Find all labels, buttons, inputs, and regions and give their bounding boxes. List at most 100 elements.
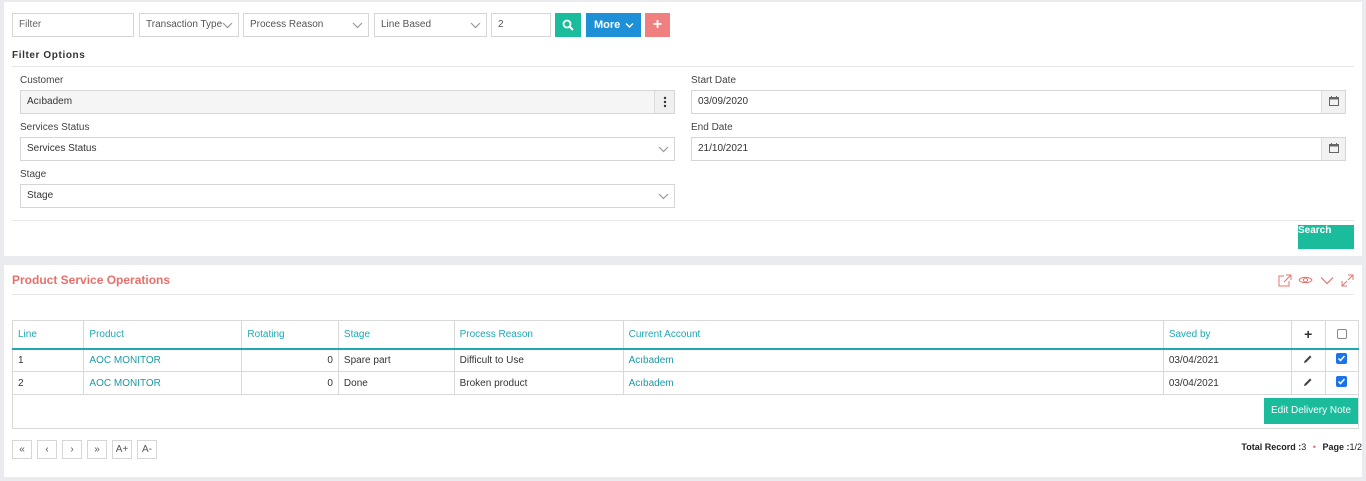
- customer-value: Acıbadem: [27, 96, 73, 107]
- cell-line: 1: [11, 348, 85, 372]
- search-submit-button[interactable]: Search: [1298, 225, 1354, 249]
- page-label: Page :: [1322, 442, 1350, 452]
- cell-product-link[interactable]: AOC MONITOR: [83, 371, 243, 395]
- more-label: More: [594, 19, 621, 31]
- checkbox-checked-icon: [1336, 376, 1348, 387]
- chevron-down-icon: [625, 23, 634, 28]
- customer-field[interactable]: Acıbadem: [20, 90, 675, 114]
- end-date-field[interactable]: 21/10/2021: [691, 137, 1346, 161]
- collapse-chevron-icon[interactable]: [1320, 276, 1334, 285]
- calendar-icon[interactable]: [1321, 138, 1345, 160]
- services-status-label: Services Status: [20, 122, 90, 133]
- column-header-saved-by[interactable]: Saved by: [1162, 320, 1292, 350]
- export-icon[interactable]: [1278, 274, 1292, 287]
- start-date-value: 03/09/2020: [698, 96, 749, 107]
- page-value: 1/2: [1349, 442, 1362, 452]
- filter-input[interactable]: Filter: [12, 13, 134, 37]
- search-label: Search: [1298, 225, 1332, 236]
- column-header-process-reason[interactable]: Process Reason: [453, 320, 624, 350]
- font-decrease-button[interactable]: A-: [137, 440, 157, 459]
- chevron-down-icon: [222, 22, 233, 29]
- table-row[interactable]: 1 AOC MONITOR 0 Spare part Difficult to …: [11, 348, 1360, 372]
- last-page-button[interactable]: »: [87, 440, 107, 459]
- end-date-value: 21/10/2021: [698, 143, 749, 154]
- services-status-value: Services Status: [27, 143, 97, 154]
- cell-product-link[interactable]: AOC MONITOR: [83, 348, 243, 372]
- operations-title: Product Service Operations: [12, 273, 171, 287]
- cell-saved-by: 03/04/2021: [1162, 371, 1292, 395]
- chevron-down-icon: [470, 22, 481, 29]
- column-header-line[interactable]: Line: [11, 320, 85, 350]
- start-date-label: Start Date: [691, 75, 737, 86]
- divider: [12, 220, 1354, 221]
- transaction-type-select[interactable]: Transaction Type: [139, 13, 239, 37]
- calendar-icon[interactable]: [1321, 91, 1345, 113]
- pencil-icon: [1304, 378, 1312, 386]
- cell-stage: Done: [337, 371, 455, 395]
- edit-row-button[interactable]: [1290, 348, 1326, 372]
- end-date-label: End Date: [691, 122, 733, 133]
- transaction-type-label: Transaction Type: [146, 19, 223, 30]
- edit-delivery-note-button[interactable]: Edit Delivery Note: [1264, 398, 1358, 424]
- separator-dot: •: [1312, 442, 1316, 452]
- more-button[interactable]: More: [586, 13, 641, 37]
- checkbox-checked-icon: [1336, 353, 1348, 365]
- row-checkbox[interactable]: [1324, 348, 1360, 372]
- add-row-icon[interactable]: +: [1290, 320, 1326, 350]
- stage-value: Stage: [27, 190, 54, 201]
- cell-line: 2: [11, 371, 85, 395]
- cell-saved-by: 03/04/2021: [1162, 348, 1292, 372]
- process-reason-select[interactable]: Process Reason: [243, 13, 369, 37]
- cell-stage: Spare part: [337, 348, 455, 372]
- divider: [12, 66, 1354, 67]
- edit-row-button[interactable]: [1290, 371, 1326, 395]
- more-vertical-icon[interactable]: [654, 91, 674, 113]
- filter-options-title: Filter Options: [12, 50, 86, 61]
- chevron-down-icon: [658, 193, 669, 200]
- filter-panel: Filter Transaction Type Process Reason L…: [4, 2, 1362, 256]
- cell-current-account-link[interactable]: Acıbadem: [622, 371, 1164, 395]
- select-all-checkbox[interactable]: [1324, 320, 1360, 350]
- font-increase-button[interactable]: A+: [112, 440, 132, 459]
- column-header-stage[interactable]: Stage: [337, 320, 455, 350]
- stage-select[interactable]: Stage: [20, 184, 675, 208]
- prev-page-button[interactable]: ‹: [37, 440, 57, 459]
- table-footer-cell: Edit Delivery Note: [12, 394, 1359, 429]
- total-record-value: 3: [1301, 442, 1307, 452]
- next-page-button[interactable]: ›: [62, 440, 82, 459]
- line-based-label: Line Based: [381, 19, 432, 30]
- chevron-down-icon: [352, 22, 363, 29]
- cell-process-reason: Difficult to Use: [453, 348, 624, 372]
- cell-rotating: 0: [241, 348, 339, 372]
- services-status-select[interactable]: Services Status: [20, 137, 675, 161]
- process-reason-label: Process Reason: [250, 19, 324, 30]
- cell-process-reason: Broken product: [453, 371, 624, 395]
- plus-icon: +: [652, 16, 663, 33]
- start-date-field[interactable]: 03/09/2020: [691, 90, 1346, 114]
- total-record-label: Total Record :: [1241, 442, 1302, 452]
- record-info: Total Record :3 • Page :1/2: [1241, 442, 1362, 452]
- column-header-product[interactable]: Product: [83, 320, 243, 350]
- operations-table: Line Product Rotating Stage Process Reas…: [11, 320, 1360, 429]
- row-checkbox[interactable]: [1324, 371, 1360, 395]
- stage-label: Stage: [20, 169, 47, 180]
- chevron-down-icon: [658, 146, 669, 153]
- customer-label: Customer: [20, 75, 64, 86]
- search-icon: [562, 19, 574, 31]
- number-input[interactable]: 2: [491, 13, 551, 37]
- divider: [12, 294, 1354, 295]
- table-footer-row: Edit Delivery Note: [12, 394, 1359, 429]
- column-header-current-account[interactable]: Current Account: [622, 320, 1164, 350]
- first-page-button[interactable]: «: [12, 440, 32, 459]
- column-header-rotating[interactable]: Rotating: [241, 320, 339, 350]
- cell-current-account-link[interactable]: Acıbadem: [622, 348, 1164, 372]
- pencil-icon: [1304, 355, 1312, 363]
- line-based-select[interactable]: Line Based: [374, 13, 487, 37]
- cell-rotating: 0: [241, 371, 339, 395]
- operations-panel: Product Service Operations Line Product …: [4, 265, 1362, 477]
- add-button[interactable]: +: [645, 13, 670, 37]
- table-row[interactable]: 2 AOC MONITOR 0 Done Broken product Acıb…: [11, 371, 1360, 395]
- search-button[interactable]: [555, 13, 581, 37]
- expand-icon[interactable]: [1341, 274, 1354, 287]
- eye-icon[interactable]: [1298, 275, 1313, 285]
